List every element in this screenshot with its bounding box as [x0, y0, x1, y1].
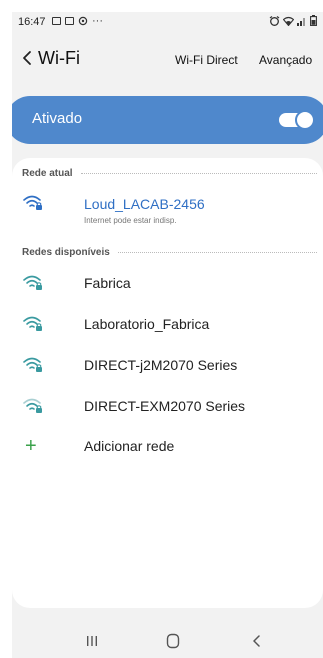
app-header: Wi-Fi Wi-Fi Direct Avançado: [12, 42, 323, 76]
wifi-toggle-bar[interactable]: Ativado: [12, 96, 323, 144]
wifi-locked-icon: [23, 195, 42, 210]
available-networks-label: Redes disponíveis: [22, 247, 110, 258]
network-row[interactable]: Laboratorio_Fabrica: [12, 306, 323, 344]
network-row[interactable]: Fabrica: [12, 265, 323, 303]
wifi-toggle-label: Ativado: [32, 110, 83, 127]
alarm-icon: [269, 15, 280, 26]
network-row[interactable]: DIRECT-EXM2070 Series: [12, 388, 323, 426]
recent-apps-icon[interactable]: [80, 631, 104, 651]
plus-icon: +: [25, 435, 37, 457]
current-network-name: Loud_LACAB-2456: [84, 196, 205, 212]
more-notifications-icon: ···: [92, 15, 103, 27]
wifi-status-icon: [283, 16, 294, 26]
network-name: DIRECT-j2M2070 Series: [84, 357, 238, 373]
battery-icon: [310, 15, 317, 26]
current-network-header: Rede atual: [22, 168, 317, 179]
status-bar: 16:47 ···: [12, 12, 323, 34]
wifi-locked-icon: [23, 275, 42, 290]
add-network-label: Adicionar rede: [84, 438, 175, 454]
calendar-icon: [65, 17, 74, 25]
system-icons: [269, 15, 317, 26]
network-name: Laboratorio_Fabrica: [84, 316, 210, 332]
section-divider: [117, 252, 317, 253]
network-row[interactable]: DIRECT-j2M2070 Series: [12, 347, 323, 385]
screen: 16:47 ··· Wi-Fi Wi-Fi Direct Avançado At…: [12, 12, 323, 658]
back-arrow-icon[interactable]: [16, 46, 38, 70]
back-icon[interactable]: [245, 631, 269, 651]
status-time: 16:47: [18, 16, 46, 28]
wifi-locked-icon: [23, 316, 42, 331]
networks-card: Rede atual Loud_LACAB-2456 Internet pode…: [12, 158, 323, 608]
network-name: DIRECT-EXM2070 Series: [84, 398, 246, 414]
device-frame: 16:47 ··· Wi-Fi Wi-Fi Direct Avançado At…: [0, 0, 323, 658]
navigation-bar: [12, 623, 323, 658]
section-divider: [80, 173, 317, 174]
notification-icons: ···: [52, 15, 103, 27]
wifi-locked-icon: [23, 357, 42, 372]
current-network-row[interactable]: Loud_LACAB-2456 Internet pode estar indi…: [12, 182, 323, 225]
page-title: Wi-Fi: [38, 48, 80, 68]
advanced-button[interactable]: Avançado: [259, 53, 312, 67]
home-icon[interactable]: [161, 631, 185, 651]
available-networks-header: Redes disponíveis: [22, 247, 317, 258]
network-name: Fabrica: [84, 275, 131, 291]
gallery-icon: [52, 17, 61, 25]
current-network-status: Internet pode estar indisp.: [84, 216, 177, 225]
wifi-direct-button[interactable]: Wi-Fi Direct: [175, 53, 238, 67]
current-network-label: Rede atual: [22, 168, 73, 179]
wifi-switch-knob[interactable]: [295, 110, 315, 130]
wifi-locked-weak-icon: [23, 398, 42, 413]
settings-notification-icon: [78, 16, 88, 26]
add-network-row[interactable]: + Adicionar rede: [12, 428, 323, 466]
signal-icon: [297, 17, 305, 26]
